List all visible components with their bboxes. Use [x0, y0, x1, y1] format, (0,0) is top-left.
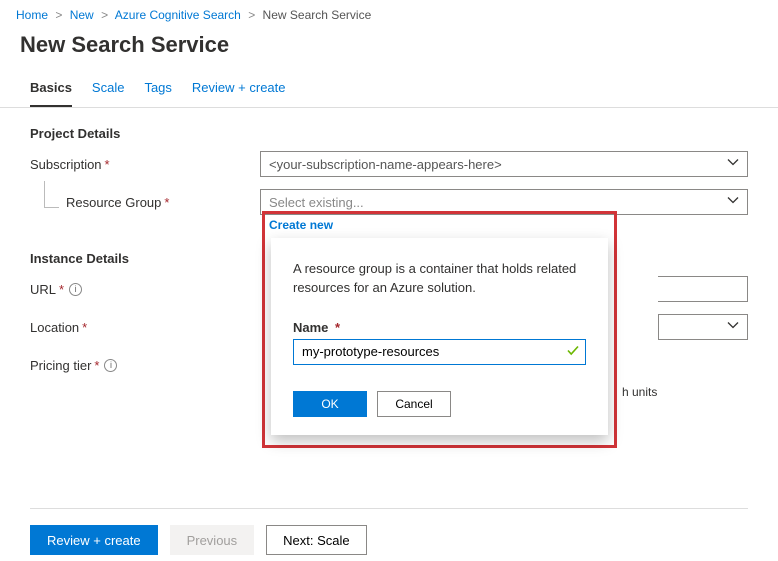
label-location: Location*	[30, 320, 260, 335]
chevron-down-icon	[727, 195, 739, 210]
divider	[30, 508, 748, 509]
breadcrumb: Home > New > Azure Cognitive Search > Ne…	[0, 0, 778, 26]
resource-group-placeholder: Select existing...	[269, 195, 364, 210]
create-new-highlight: Create new A resource group is a contain…	[262, 211, 617, 448]
ok-button[interactable]: OK	[293, 391, 367, 417]
required-indicator: *	[94, 358, 99, 373]
label-pricing-tier: Pricing tier* i	[30, 358, 260, 373]
breadcrumb-acs[interactable]: Azure Cognitive Search	[115, 8, 241, 22]
name-label: Name *	[293, 320, 586, 335]
info-icon[interactable]: i	[69, 283, 82, 296]
required-indicator: *	[82, 320, 87, 335]
tab-basics[interactable]: Basics	[30, 72, 72, 107]
label-resource-group: Resource Group*	[30, 195, 260, 210]
breadcrumb-sep: >	[55, 8, 62, 22]
tabs: Basics Scale Tags Review + create	[0, 72, 778, 108]
required-indicator: *	[164, 195, 169, 210]
breadcrumb-new[interactable]: New	[70, 8, 94, 22]
subscription-value: <your-subscription-name-appears-here>	[269, 157, 502, 172]
label-url: URL* i	[30, 282, 260, 297]
required-indicator: *	[331, 320, 340, 335]
previous-button: Previous	[170, 525, 255, 555]
breadcrumb-sep: >	[248, 8, 255, 22]
resource-group-name-input[interactable]	[293, 339, 586, 365]
chevron-down-icon	[727, 157, 739, 172]
units-trail-text: h units	[622, 385, 657, 399]
tab-tags[interactable]: Tags	[144, 72, 171, 107]
subscription-select[interactable]: <your-subscription-name-appears-here>	[260, 151, 748, 177]
footer-actions: Review + create Previous Next: Scale	[0, 525, 778, 555]
cancel-button[interactable]: Cancel	[377, 391, 451, 417]
tab-review[interactable]: Review + create	[192, 72, 286, 107]
review-create-button[interactable]: Review + create	[30, 525, 158, 555]
breadcrumb-sep: >	[101, 8, 108, 22]
check-icon	[566, 343, 580, 360]
required-indicator: *	[105, 157, 110, 172]
breadcrumb-home[interactable]: Home	[16, 8, 48, 22]
breadcrumb-current: New Search Service	[263, 8, 372, 22]
create-new-popover: A resource group is a container that hol…	[271, 238, 608, 435]
page-title: New Search Service	[0, 26, 778, 72]
create-new-link[interactable]: Create new	[265, 214, 614, 238]
location-select[interactable]	[658, 314, 748, 340]
chevron-down-icon	[727, 320, 739, 335]
tab-scale[interactable]: Scale	[92, 72, 125, 107]
url-input[interactable]	[658, 276, 748, 302]
next-scale-button[interactable]: Next: Scale	[266, 525, 366, 555]
popover-description: A resource group is a container that hol…	[293, 260, 586, 298]
required-indicator: *	[59, 282, 64, 297]
section-project-details: Project Details	[30, 126, 748, 141]
label-subscription: Subscription*	[30, 157, 260, 172]
info-icon[interactable]: i	[104, 359, 117, 372]
